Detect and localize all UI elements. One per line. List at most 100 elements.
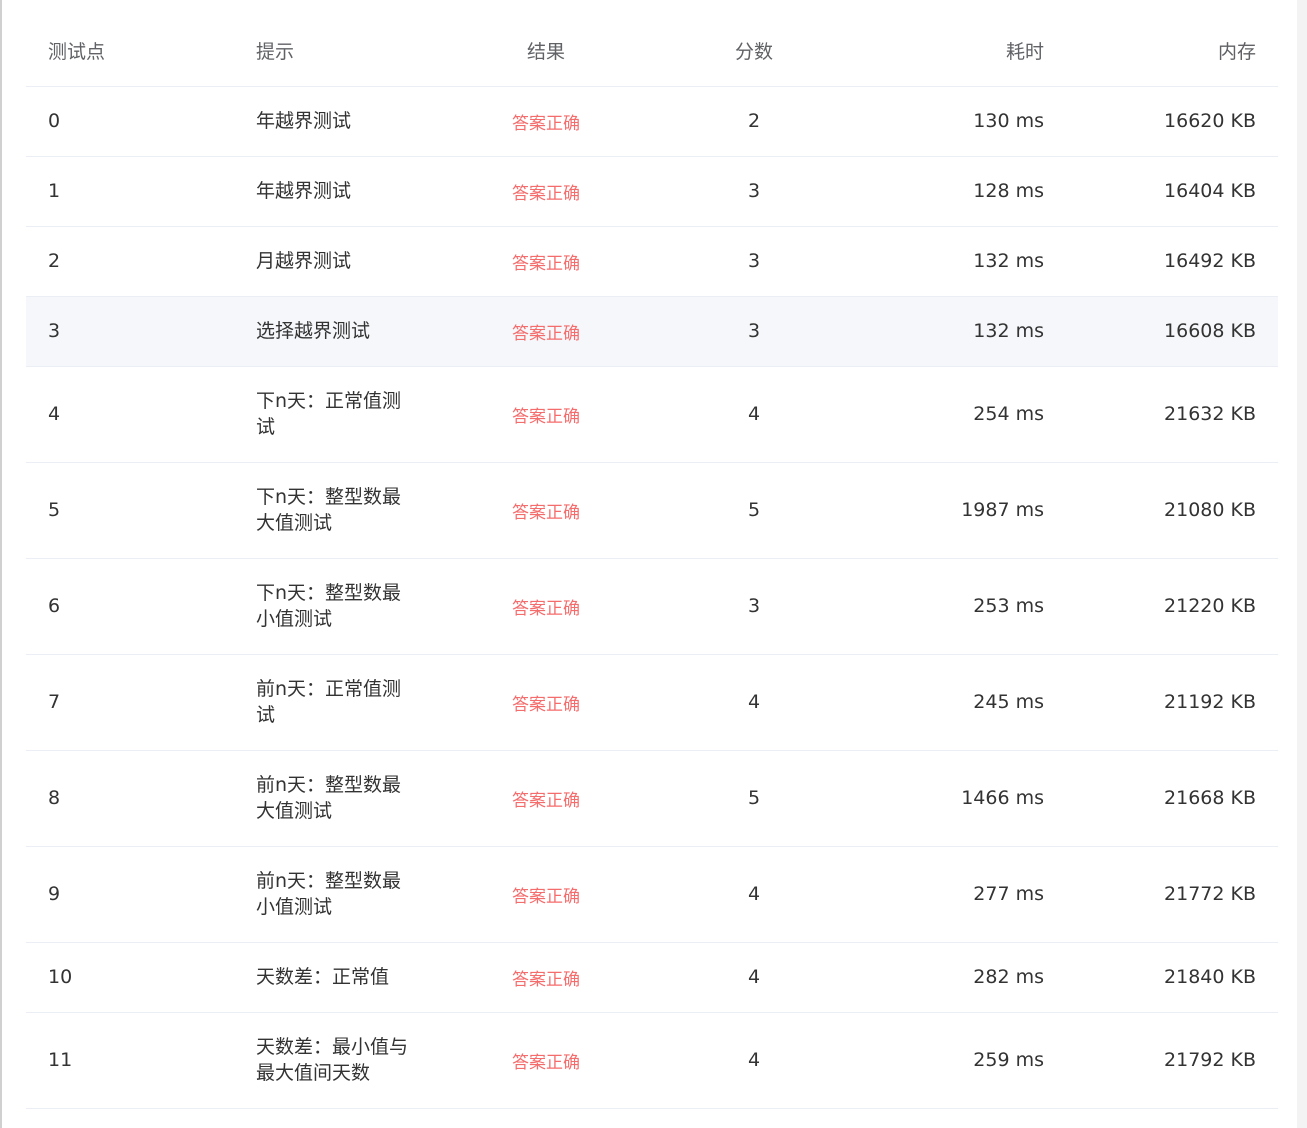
- cell-time: 245 ms: [858, 654, 1066, 751]
- cell-time: 1987 ms: [858, 462, 1066, 559]
- cell-hint: 前n天：整型数最小值测试: [234, 846, 442, 943]
- cell-result: 答案正确: [442, 86, 650, 157]
- cell-score: 4: [650, 366, 858, 463]
- result-status-text: 答案正确: [512, 694, 580, 715]
- cell-memory: 21192 KB: [1066, 654, 1278, 751]
- test-results-table: 测试点 提示 结果 分数 耗时 内存 0 年越界测试 答案正确 2 130 ms…: [26, 16, 1278, 1109]
- result-status-text: 答案正确: [512, 323, 580, 344]
- result-status-text: 答案正确: [512, 790, 580, 811]
- table-row[interactable]: 9 前n天：整型数最小值测试 答案正确 4 277 ms 21772 KB: [26, 846, 1278, 943]
- table-header: 测试点 提示 结果 分数 耗时 内存: [26, 16, 1278, 87]
- cell-time: 282 ms: [858, 942, 1066, 1013]
- cell-time: 254 ms: [858, 366, 1066, 463]
- table-row[interactable]: 0 年越界测试 答案正确 2 130 ms 16620 KB: [26, 86, 1278, 157]
- table-row[interactable]: 8 前n天：整型数最大值测试 答案正确 5 1466 ms 21668 KB: [26, 750, 1278, 847]
- cell-hint: 年越界测试: [234, 86, 442, 157]
- cell-score: 5: [650, 462, 858, 559]
- result-status-text: 答案正确: [512, 183, 580, 204]
- header-score: 分数: [650, 16, 858, 87]
- cell-score: 3: [650, 558, 858, 655]
- table-row[interactable]: 5 下n天：整型数最大值测试 答案正确 5 1987 ms 21080 KB: [26, 462, 1278, 559]
- cell-result: 答案正确: [442, 366, 650, 463]
- cell-score: 4: [650, 1012, 858, 1109]
- cell-memory: 21840 KB: [1066, 942, 1278, 1013]
- cell-time: 1466 ms: [858, 750, 1066, 847]
- cell-result: 答案正确: [442, 558, 650, 655]
- cell-hint: 前n天：正常值测试: [234, 654, 442, 751]
- header-hint: 提示: [234, 16, 442, 87]
- cell-test-point: 10: [26, 942, 234, 1013]
- cell-score: 3: [650, 296, 858, 367]
- cell-time: 259 ms: [858, 1012, 1066, 1109]
- cell-memory: 16608 KB: [1066, 296, 1278, 367]
- result-status-text: 答案正确: [512, 502, 580, 523]
- table-row[interactable]: 7 前n天：正常值测试 答案正确 4 245 ms 21192 KB: [26, 654, 1278, 751]
- cell-hint: 下n天：整型数最大值测试: [234, 462, 442, 559]
- result-status-text: 答案正确: [512, 253, 580, 274]
- test-results-dialog: 测试点 提示 结果 分数 耗时 内存 0 年越界测试 答案正确 2 130 ms…: [0, 0, 1297, 1128]
- result-status-text: 答案正确: [512, 1052, 580, 1073]
- cell-score: 4: [650, 846, 858, 943]
- table-row[interactable]: 1 年越界测试 答案正确 3 128 ms 16404 KB: [26, 156, 1278, 227]
- result-status-text: 答案正确: [512, 969, 580, 990]
- cell-result: 答案正确: [442, 654, 650, 751]
- cell-result: 答案正确: [442, 846, 650, 943]
- table-row[interactable]: 6 下n天：整型数最小值测试 答案正确 3 253 ms 21220 KB: [26, 558, 1278, 655]
- table-row[interactable]: 2 月越界测试 答案正确 3 132 ms 16492 KB: [26, 226, 1278, 297]
- cell-hint: 选择越界测试: [234, 296, 442, 367]
- cell-test-point: 8: [26, 750, 234, 847]
- cell-memory: 21668 KB: [1066, 750, 1278, 847]
- cell-result: 答案正确: [442, 1012, 650, 1109]
- cell-time: 130 ms: [858, 86, 1066, 157]
- result-status-text: 答案正确: [512, 598, 580, 619]
- cell-memory: 21772 KB: [1066, 846, 1278, 943]
- cell-test-point: 11: [26, 1012, 234, 1109]
- cell-time: 128 ms: [858, 156, 1066, 227]
- cell-result: 答案正确: [442, 296, 650, 367]
- cell-time: 277 ms: [858, 846, 1066, 943]
- cell-time: 132 ms: [858, 296, 1066, 367]
- cell-memory: 21632 KB: [1066, 366, 1278, 463]
- cell-result: 答案正确: [442, 226, 650, 297]
- header-test-point: 测试点: [26, 16, 234, 87]
- table-row[interactable]: 4 下n天：正常值测试 答案正确 4 254 ms 21632 KB: [26, 366, 1278, 463]
- cell-test-point: 3: [26, 296, 234, 367]
- table-row[interactable]: 10 天数差：正常值 答案正确 4 282 ms 21840 KB: [26, 942, 1278, 1013]
- header-time: 耗时: [858, 16, 1066, 87]
- cell-result: 答案正确: [442, 462, 650, 559]
- cell-hint: 前n天：整型数最大值测试: [234, 750, 442, 847]
- header-result: 结果: [442, 16, 650, 87]
- result-status-text: 答案正确: [512, 886, 580, 907]
- result-status-text: 答案正确: [512, 113, 580, 134]
- cell-memory: 21220 KB: [1066, 558, 1278, 655]
- table-body: 0 年越界测试 答案正确 2 130 ms 16620 KB 1 年越界测试 答…: [26, 86, 1278, 1109]
- cell-hint: 天数差：最小值与最大值间天数: [234, 1012, 442, 1109]
- cell-hint: 年越界测试: [234, 156, 442, 227]
- cell-hint: 天数差：正常值: [234, 942, 442, 1013]
- cell-test-point: 2: [26, 226, 234, 297]
- cell-score: 5: [650, 750, 858, 847]
- cell-hint: 月越界测试: [234, 226, 442, 297]
- result-status-text: 答案正确: [512, 406, 580, 427]
- cell-memory: 16492 KB: [1066, 226, 1278, 297]
- table-row[interactable]: 11 天数差：最小值与最大值间天数 答案正确 4 259 ms 21792 KB: [26, 1012, 1278, 1109]
- cell-result: 答案正确: [442, 942, 650, 1013]
- cell-test-point: 9: [26, 846, 234, 943]
- cell-memory: 21080 KB: [1066, 462, 1278, 559]
- cell-score: 4: [650, 654, 858, 751]
- cell-result: 答案正确: [442, 156, 650, 227]
- cell-test-point: 6: [26, 558, 234, 655]
- table-row-hovered[interactable]: 3 选择越界测试 答案正确 3 132 ms 16608 KB: [26, 296, 1278, 367]
- cell-memory: 16404 KB: [1066, 156, 1278, 227]
- cell-score: 3: [650, 156, 858, 227]
- background-page-edge: [1297, 0, 1307, 1128]
- header-memory: 内存: [1066, 16, 1278, 87]
- cell-score: 3: [650, 226, 858, 297]
- cell-time: 253 ms: [858, 558, 1066, 655]
- cell-test-point: 5: [26, 462, 234, 559]
- cell-score: 2: [650, 86, 858, 157]
- cell-memory: 16620 KB: [1066, 86, 1278, 157]
- cell-test-point: 0: [26, 86, 234, 157]
- cell-time: 132 ms: [858, 226, 1066, 297]
- cell-score: 4: [650, 942, 858, 1013]
